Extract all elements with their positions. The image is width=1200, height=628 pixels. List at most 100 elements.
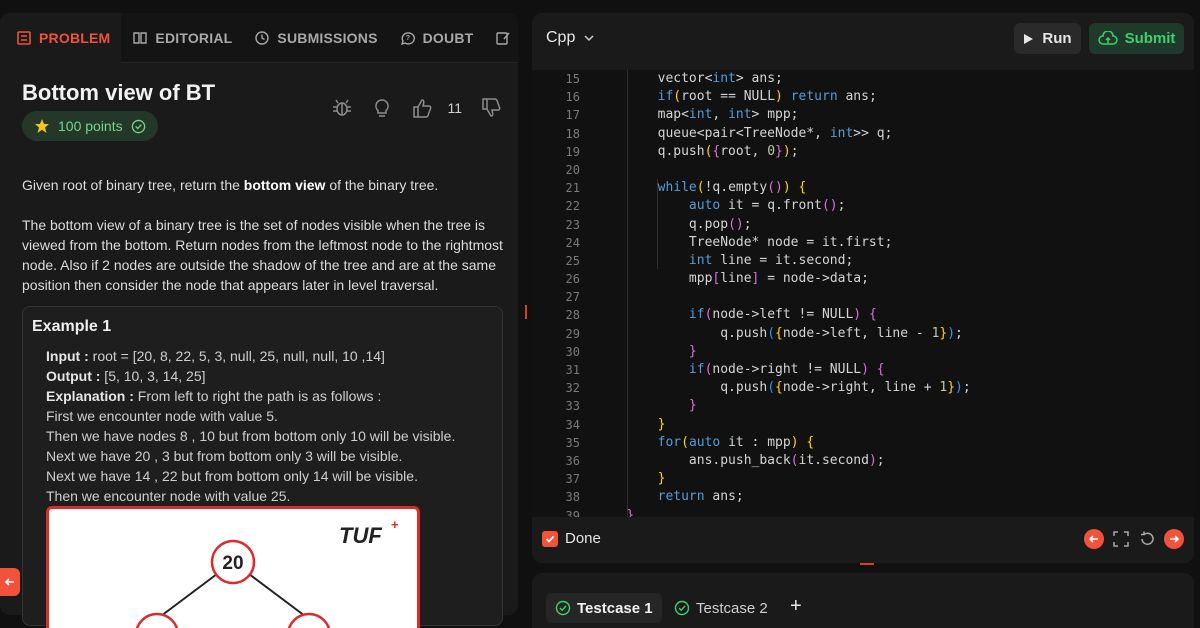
description-intro: Given root of binary tree, return the bo… xyxy=(22,175,504,195)
output-value: [5, 10, 3, 14, 25] xyxy=(100,368,206,384)
done-label: Done xyxy=(565,530,601,547)
tree-root-value: 20 xyxy=(222,553,243,574)
arrow-left-icon xyxy=(4,578,14,586)
bug-icon[interactable] xyxy=(331,97,353,119)
example-box: Example 1 Input : root = [20, 8, 22, 5, … xyxy=(22,306,503,628)
tab-editorial-label: EDITORIAL xyxy=(155,29,233,46)
code-line: if(root == NULL) return ans; xyxy=(657,89,877,105)
cloud-upload-icon xyxy=(1097,30,1118,45)
description-post: of the binary tree. xyxy=(325,177,439,193)
description-pre: Given root of binary tree, return the xyxy=(22,177,244,193)
submit-button[interactable]: Submit xyxy=(1089,23,1184,54)
code-line: if(node->left != NULL) { xyxy=(688,307,877,323)
description-detail: The bottom view of a binary tree is the … xyxy=(22,217,503,293)
next-button[interactable] xyxy=(1164,529,1184,549)
example-lines: Input : root = [20, 8, 22, 5, 3, null, 2… xyxy=(46,346,455,506)
tree-diagram: 20 TUF + xyxy=(46,506,420,628)
line-number: 36 xyxy=(565,453,580,468)
code-line: for(auto it : mpp) { xyxy=(657,434,815,450)
line-number: 22 xyxy=(565,199,580,214)
tuf-logo: TUF xyxy=(339,523,382,548)
tuf-logo-plus: + xyxy=(391,517,399,532)
code-line: map<int, int> mpp; xyxy=(595,107,799,123)
check-icon xyxy=(545,535,555,543)
prev-button[interactable] xyxy=(1084,529,1104,549)
problem-icon xyxy=(17,30,31,45)
code-line: } xyxy=(626,507,635,518)
reset-icon[interactable] xyxy=(1138,530,1156,548)
run-button[interactable]: Run xyxy=(1014,23,1081,54)
run-label: Run xyxy=(1042,30,1072,47)
line-number: 17 xyxy=(565,108,580,123)
line-number: 19 xyxy=(565,144,580,159)
code-line: q.pop(); xyxy=(595,216,752,232)
book-icon xyxy=(133,31,148,44)
code-editor[interactable]: 15 16 17 18 19 20 21 22 23 24 25 26 27 28 29 30 31 32 33 34… xyxy=(532,70,1194,517)
tab-doubt-label: DOUBT xyxy=(422,29,474,46)
explanation-label: Explanation : xyxy=(46,388,134,404)
code-line: q.push({node->left, line - 1}); xyxy=(595,325,963,341)
tab-submissions-label: SUBMISSIONS xyxy=(277,29,378,46)
explanation-line: Then we encounter node with value 25. xyxy=(46,488,291,504)
points-label: 100 points xyxy=(58,118,123,134)
testcase-label: Testcase 2 xyxy=(696,599,768,617)
code-line: q.push({root, 0}); xyxy=(595,143,799,159)
line-number: 23 xyxy=(565,217,580,232)
explanation-value: From left to right the path is as follow… xyxy=(133,388,382,404)
thumbs-down-icon[interactable] xyxy=(480,97,502,119)
code-line: queue<pair<TreeNode*, int>> q; xyxy=(595,125,893,141)
line-number: 35 xyxy=(565,435,580,450)
tab-submissions[interactable]: SUBMISSIONS xyxy=(243,13,388,63)
horizontal-resize-handle[interactable] xyxy=(860,563,874,565)
line-number: 29 xyxy=(565,326,580,341)
line-number: 15 xyxy=(565,72,580,86)
line-number: 27 xyxy=(565,290,580,305)
problem-actions: 11 xyxy=(331,97,502,119)
code-line: while(!q.empty()) { xyxy=(657,180,807,196)
lightbulb-icon[interactable] xyxy=(371,97,393,119)
code-line: TreeNode* node = it.first; xyxy=(595,234,893,250)
thumbs-up-icon[interactable] xyxy=(411,97,433,119)
code-line: return ans; xyxy=(657,489,744,505)
tab-problem[interactable]: PROBLEM xyxy=(0,13,122,63)
language-select[interactable]: Cpp xyxy=(546,29,595,47)
example-heading: Example 1 xyxy=(32,318,112,335)
tab-problem-label: PROBLEM xyxy=(39,29,111,46)
example-input: Input : root = [20, 8, 22, 5, 3, null, 2… xyxy=(46,346,455,366)
code-line: mpp[line] = node->data; xyxy=(595,271,869,287)
line-number: 16 xyxy=(565,90,580,105)
vertical-resize-handle[interactable] xyxy=(525,305,527,319)
code-line: } xyxy=(657,416,666,432)
tab-testcase-1[interactable]: Testcase 1 xyxy=(546,593,662,623)
line-number: 26 xyxy=(565,272,580,287)
language-label: Cpp xyxy=(546,29,576,46)
done-checkbox[interactable] xyxy=(542,531,558,547)
submit-label: Submit xyxy=(1124,30,1176,47)
likes-count: 11 xyxy=(447,100,462,116)
tab-notes[interactable]: NO xyxy=(484,13,518,63)
code-line: } xyxy=(657,471,666,487)
line-number: 33 xyxy=(565,399,580,414)
tab-editorial[interactable]: EDITORIAL xyxy=(121,13,243,63)
line-number: 18 xyxy=(565,126,580,141)
explanation-line: First we encounter node with value 5. xyxy=(46,408,278,424)
add-testcase-button[interactable]: + xyxy=(790,595,802,618)
tab-testcase-2[interactable]: Testcase 2 xyxy=(665,593,777,623)
check-circle-icon xyxy=(131,119,145,133)
collapse-panel-button[interactable] xyxy=(0,568,20,596)
points-badge: 100 points xyxy=(22,111,158,141)
tab-doubt[interactable]: ? DOUBT xyxy=(389,13,485,63)
code-line: q.push({node->right, line + 1}); xyxy=(595,380,971,396)
fullscreen-icon[interactable] xyxy=(1112,530,1130,548)
chevron-down-icon xyxy=(584,35,594,42)
code-line: vector<int> ans; xyxy=(595,71,783,86)
code-line: } xyxy=(688,398,697,414)
output-label: Output : xyxy=(46,368,101,384)
play-icon xyxy=(1024,33,1034,44)
check-circle-icon xyxy=(555,600,571,616)
star-icon xyxy=(35,119,49,133)
check-circle-icon xyxy=(674,600,690,616)
explanation-line: Next we have 20 , 3 but from bottom only… xyxy=(46,448,403,464)
line-number: 32 xyxy=(565,381,580,396)
